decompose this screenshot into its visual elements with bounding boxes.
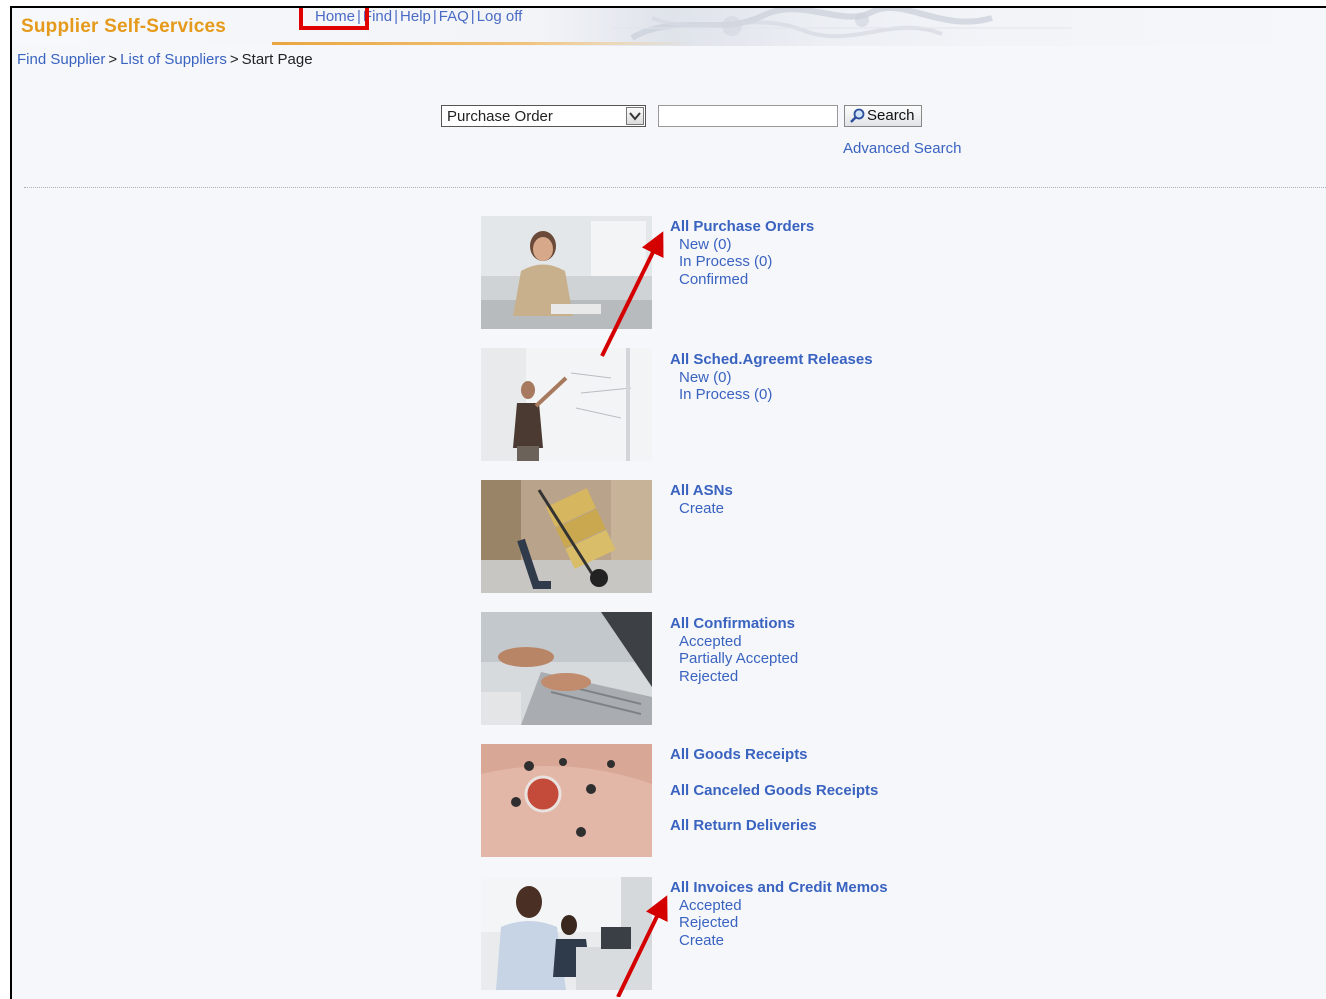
annotation-arrows	[600, 231, 668, 997]
arrow-to-invoices	[616, 895, 668, 997]
arrow-to-purchase-orders	[600, 231, 664, 357]
